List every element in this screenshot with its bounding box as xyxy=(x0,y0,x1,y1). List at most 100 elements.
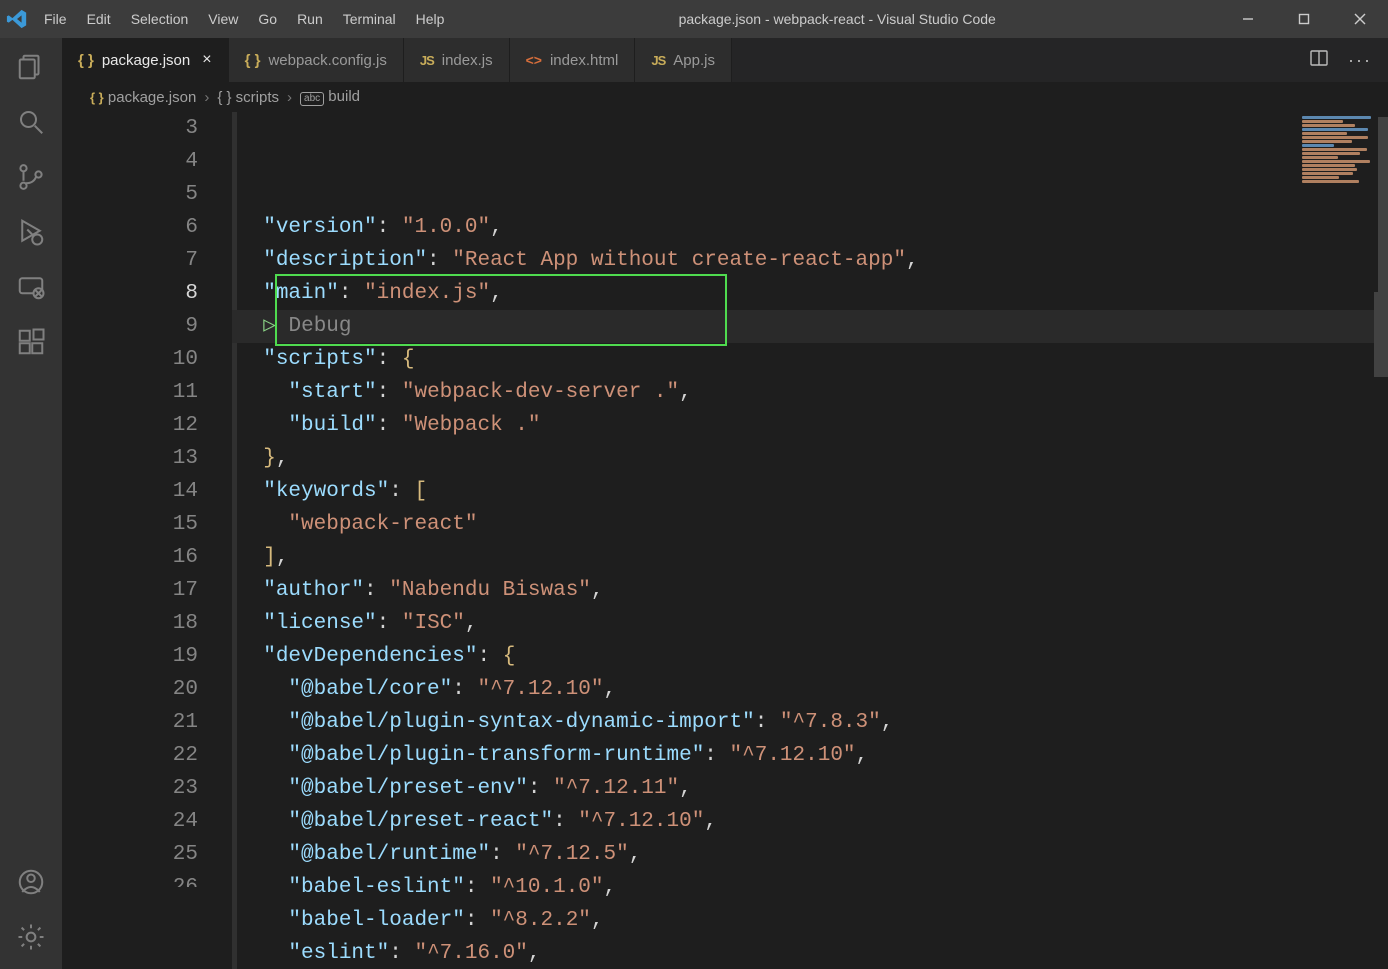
line-number: 26 xyxy=(62,871,198,887)
line-number: 10 xyxy=(62,343,198,376)
breadcrumb[interactable]: { } package.json › { } scripts › abc build xyxy=(62,82,1388,112)
maximize-button[interactable] xyxy=(1276,0,1332,38)
code-editor[interactable]: 3456789101112131415161718192021222324252… xyxy=(62,112,1388,969)
code-content[interactable]: "version": "1.0.0", "description": "Reac… xyxy=(232,112,1388,969)
menu-edit[interactable]: Edit xyxy=(77,11,121,27)
breadcrumb-package-json[interactable]: { } package.json xyxy=(90,89,196,106)
menu-file[interactable]: File xyxy=(34,11,77,27)
minimap-line xyxy=(1302,116,1371,119)
minimap-line xyxy=(1302,148,1367,151)
window-controls xyxy=(1220,0,1388,38)
minimap-line xyxy=(1302,144,1334,147)
code-line[interactable]: "webpack-react" xyxy=(238,508,1388,541)
code-line[interactable]: "@babel/preset-env": "^7.12.11", xyxy=(238,772,1388,805)
remote-icon[interactable] xyxy=(16,272,46,307)
minimize-button[interactable] xyxy=(1220,0,1276,38)
line-number: 12 xyxy=(62,409,198,442)
minimap-line xyxy=(1302,172,1353,175)
line-number: 22 xyxy=(62,739,198,772)
extensions-icon[interactable] xyxy=(16,327,46,362)
code-line[interactable]: "@babel/plugin-transform-runtime": "^7.1… xyxy=(238,739,1388,772)
line-number: 19 xyxy=(62,640,198,673)
minimap-line xyxy=(1302,160,1370,163)
code-line[interactable]: "start": "webpack-dev-server .", xyxy=(238,376,1388,409)
line-number: 4 xyxy=(62,145,198,178)
code-line[interactable]: "main": "index.js", xyxy=(238,277,1388,310)
editor-tabs: { }package.json×{ }webpack.config.jsJSin… xyxy=(62,38,1388,82)
code-line[interactable]: "devDependencies": { xyxy=(238,640,1388,673)
menu-help[interactable]: Help xyxy=(406,11,455,27)
minimap-line xyxy=(1302,176,1339,179)
minimap-line xyxy=(1302,152,1360,155)
line-number: 23 xyxy=(62,772,198,805)
minimap-line xyxy=(1302,168,1357,171)
search-icon[interactable] xyxy=(16,107,46,142)
minimap-line xyxy=(1302,120,1343,123)
breadcrumb-build[interactable]: abc build xyxy=(300,88,360,106)
accounts-icon[interactable] xyxy=(16,867,46,902)
title-bar: FileEditSelectionViewGoRunTerminalHelp p… xyxy=(0,0,1388,38)
menu-terminal[interactable]: Terminal xyxy=(333,11,406,27)
settings-gear-icon[interactable] xyxy=(16,922,46,957)
code-line[interactable]: "babel-loader": "^8.2.2", xyxy=(238,904,1388,937)
code-line[interactable]: "keywords": [ xyxy=(238,475,1388,508)
split-editor-icon[interactable] xyxy=(1310,49,1328,72)
minimap-line xyxy=(1302,164,1355,167)
minimap-line xyxy=(1302,128,1368,131)
code-line[interactable]: "@babel/runtime": "^7.12.5", xyxy=(238,838,1388,871)
line-number: 17 xyxy=(62,574,198,607)
menu-selection[interactable]: Selection xyxy=(121,11,199,27)
minimap-line xyxy=(1302,180,1359,183)
close-button[interactable] xyxy=(1332,0,1388,38)
line-number: 7 xyxy=(62,244,198,277)
code-line[interactable]: "author": "Nabendu Biswas", xyxy=(238,574,1388,607)
line-number: 3 xyxy=(62,112,198,145)
activity-bar xyxy=(0,38,62,969)
chevron-right-icon: › xyxy=(287,89,292,106)
minimap[interactable] xyxy=(1298,112,1378,292)
line-number: 18 xyxy=(62,607,198,640)
run-debug-icon[interactable] xyxy=(16,217,46,252)
code-line[interactable]: }, xyxy=(238,442,1388,475)
code-line[interactable]: "description": "React App without create… xyxy=(238,244,1388,277)
tab-package-json[interactable]: { }package.json× xyxy=(62,38,229,82)
line-number: 9 xyxy=(62,310,198,343)
code-line[interactable]: "eslint": "^7.16.0", xyxy=(238,937,1388,969)
code-line[interactable]: "@babel/plugin-syntax-dynamic-import": "… xyxy=(238,706,1388,739)
tab-index-js[interactable]: JSindex.js xyxy=(404,38,510,82)
line-number: 13 xyxy=(62,442,198,475)
line-number: 20 xyxy=(62,673,198,706)
code-line[interactable]: "@babel/preset-react": "^7.12.10", xyxy=(238,805,1388,838)
line-number: 16 xyxy=(62,541,198,574)
line-number: 5 xyxy=(62,178,198,211)
code-line[interactable]: "build": "Webpack ." xyxy=(238,409,1388,442)
tab-index-html[interactable]: <>index.html xyxy=(510,38,636,82)
menu-go[interactable]: Go xyxy=(248,11,287,27)
line-number: 6 xyxy=(62,211,198,244)
chevron-right-icon: › xyxy=(204,89,209,106)
code-line[interactable]: "version": "1.0.0", xyxy=(238,211,1388,244)
line-number: 15 xyxy=(62,508,198,541)
menu-view[interactable]: View xyxy=(198,11,248,27)
tab-webpack-config-js[interactable]: { }webpack.config.js xyxy=(229,38,404,82)
code-line[interactable]: "@babel/core": "^7.12.10", xyxy=(238,673,1388,706)
line-number-gutter: 3456789101112131415161718192021222324252… xyxy=(62,112,232,969)
tab-App-js[interactable]: JSApp.js xyxy=(635,38,732,82)
breadcrumb-scripts[interactable]: { } scripts xyxy=(217,89,279,106)
line-number: 21 xyxy=(62,706,198,739)
code-line[interactable]: "scripts": { xyxy=(238,343,1388,376)
menu-bar: FileEditSelectionViewGoRunTerminalHelp xyxy=(34,11,454,27)
explorer-icon[interactable] xyxy=(16,52,46,87)
code-line[interactable]: ▷ Debug xyxy=(238,310,1388,343)
code-line[interactable]: "license": "ISC", xyxy=(238,607,1388,640)
code-line[interactable]: ], xyxy=(238,541,1388,574)
menu-run[interactable]: Run xyxy=(287,11,333,27)
source-control-icon[interactable] xyxy=(16,162,46,197)
vscode-logo-icon xyxy=(0,8,34,30)
line-number: 8 xyxy=(62,277,198,310)
tab-close-icon[interactable]: × xyxy=(202,51,211,69)
minimap-line xyxy=(1302,136,1368,139)
more-actions-icon[interactable]: ··· xyxy=(1348,50,1372,71)
line-number: 14 xyxy=(62,475,198,508)
code-line[interactable]: "babel-eslint": "^10.1.0", xyxy=(238,871,1388,904)
